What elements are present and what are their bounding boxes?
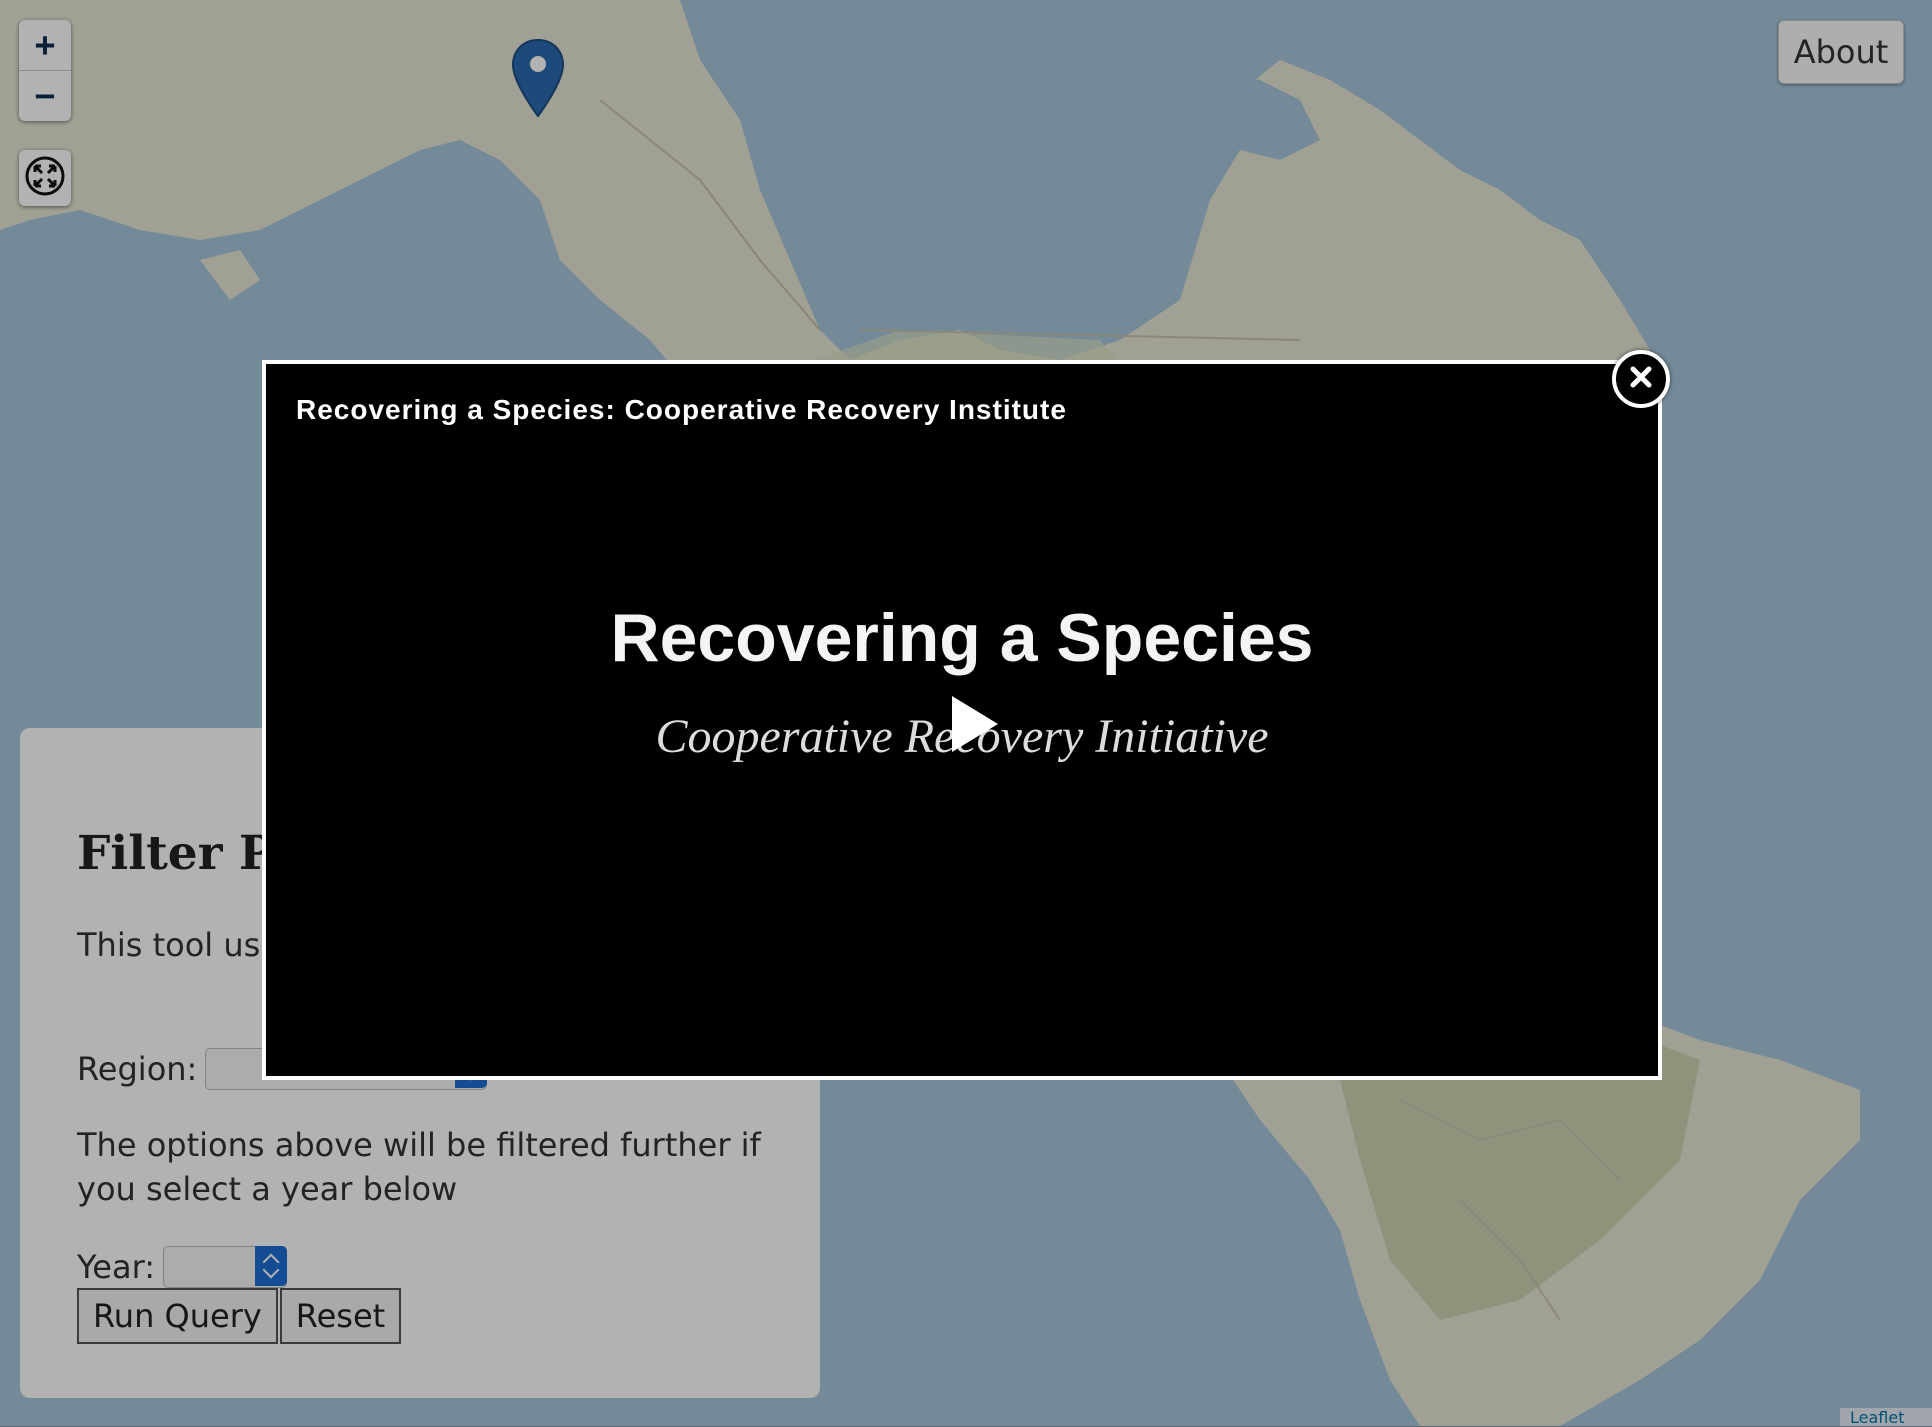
modal-title: Recovering a Species: Cooperative Recove… bbox=[296, 394, 1067, 425]
video-title-card: Recovering a Species bbox=[610, 600, 1314, 676]
play-icon bbox=[946, 696, 1002, 760]
close-icon bbox=[1628, 364, 1654, 394]
play-button[interactable] bbox=[946, 692, 1002, 760]
modal-close-button[interactable] bbox=[1612, 350, 1670, 408]
video-modal: Recovering a Species: Cooperative Recove… bbox=[262, 360, 1662, 1080]
